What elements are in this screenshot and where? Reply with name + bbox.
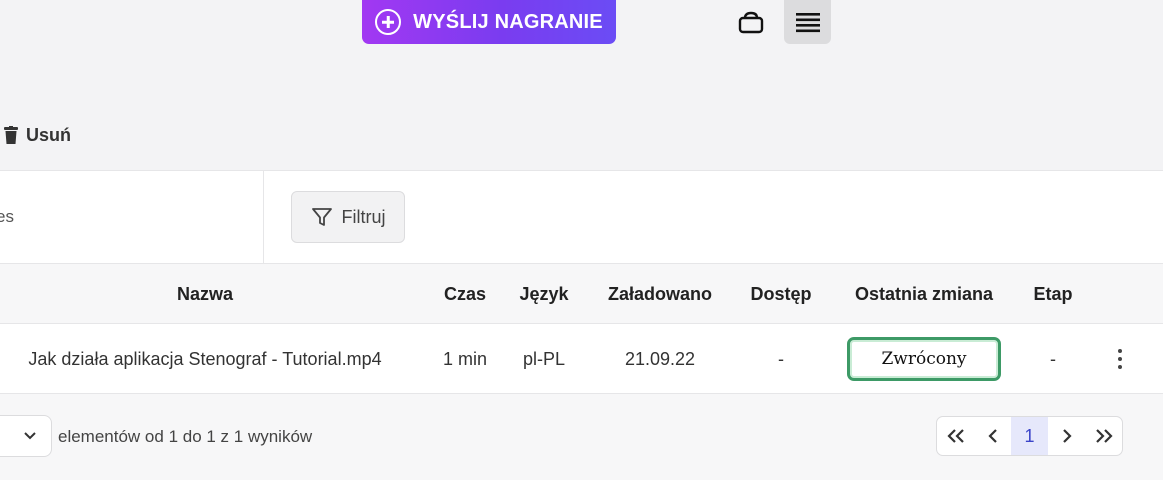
column-header-language[interactable]: Język <box>508 264 580 324</box>
row-access: - <box>778 348 784 369</box>
results-summary: elementów od 1 do 1 z 1 wyników <box>58 427 313 446</box>
last-page-button[interactable] <box>1085 417 1122 455</box>
chevron-left-icon <box>987 429 997 443</box>
row-file-name[interactable]: Jak działa aplikacja Stenograf - Tutoria… <box>0 324 420 394</box>
filter-label: Filtruj <box>341 206 386 227</box>
status-badge: Zwrócony <box>847 337 1001 381</box>
pagination: 1 <box>936 416 1123 456</box>
trash-icon <box>4 126 18 144</box>
row-uploaded-date: 21.09.22 <box>624 348 696 369</box>
more-options-icon[interactable] <box>1110 344 1130 374</box>
search-input-text[interactable]: es <box>0 207 14 227</box>
column-header-access[interactable]: Dostęp <box>738 264 824 324</box>
grid-view-icon <box>738 11 764 34</box>
upload-recording-label: WYŚLIJ NAGRANIE <box>413 10 603 33</box>
delete-button[interactable]: Usuń <box>4 124 71 146</box>
page-size-select[interactable] <box>0 415 52 457</box>
recordings-card: es Filtruj Nazwa Czas Język Załadowano D… <box>0 170 1163 480</box>
double-chevron-left-icon <box>946 429 964 443</box>
filter-button[interactable]: Filtruj <box>291 191 405 243</box>
column-header-name[interactable]: Nazwa <box>0 264 420 324</box>
table-footer: elementów od 1 do 1 z 1 wyników 1 <box>0 394 1163 480</box>
table-header: Nazwa Czas Język Załadowano Dostęp Ostat… <box>0 263 1163 324</box>
list-view-icon <box>795 13 820 33</box>
grid-view-button[interactable] <box>733 4 769 40</box>
delete-label: Usuń <box>26 124 71 145</box>
row-last-change-cell: Zwrócony <box>842 324 1006 394</box>
column-header-stage[interactable]: Etap <box>1020 264 1086 324</box>
first-page-button[interactable] <box>937 417 974 455</box>
row-language: pl-PL <box>522 348 566 369</box>
column-header-last-change[interactable]: Ostatnia zmiana <box>842 264 1006 324</box>
column-header-duration[interactable]: Czas <box>430 264 500 324</box>
search-area[interactable]: es <box>0 171 264 263</box>
table-row[interactable]: Jak działa aplikacja Stenograf - Tutoria… <box>0 324 1163 394</box>
row-duration: 1 min <box>442 348 487 369</box>
list-view-button[interactable] <box>784 0 831 44</box>
double-chevron-right-icon <box>1095 429 1113 443</box>
next-page-button[interactable] <box>1048 417 1085 455</box>
row-actions-cell <box>1100 324 1140 394</box>
upload-recording-button[interactable]: WYŚLIJ NAGRANIE <box>362 0 616 44</box>
plus-circle-icon <box>375 9 402 35</box>
previous-page-button[interactable] <box>974 417 1011 455</box>
row-stage: - <box>1050 348 1056 369</box>
current-page-button[interactable]: 1 <box>1011 417 1048 455</box>
chevron-down-icon <box>24 432 36 440</box>
filter-icon <box>311 208 332 226</box>
column-header-uploaded[interactable]: Załadowano <box>593 264 727 324</box>
chevron-right-icon <box>1062 429 1072 443</box>
